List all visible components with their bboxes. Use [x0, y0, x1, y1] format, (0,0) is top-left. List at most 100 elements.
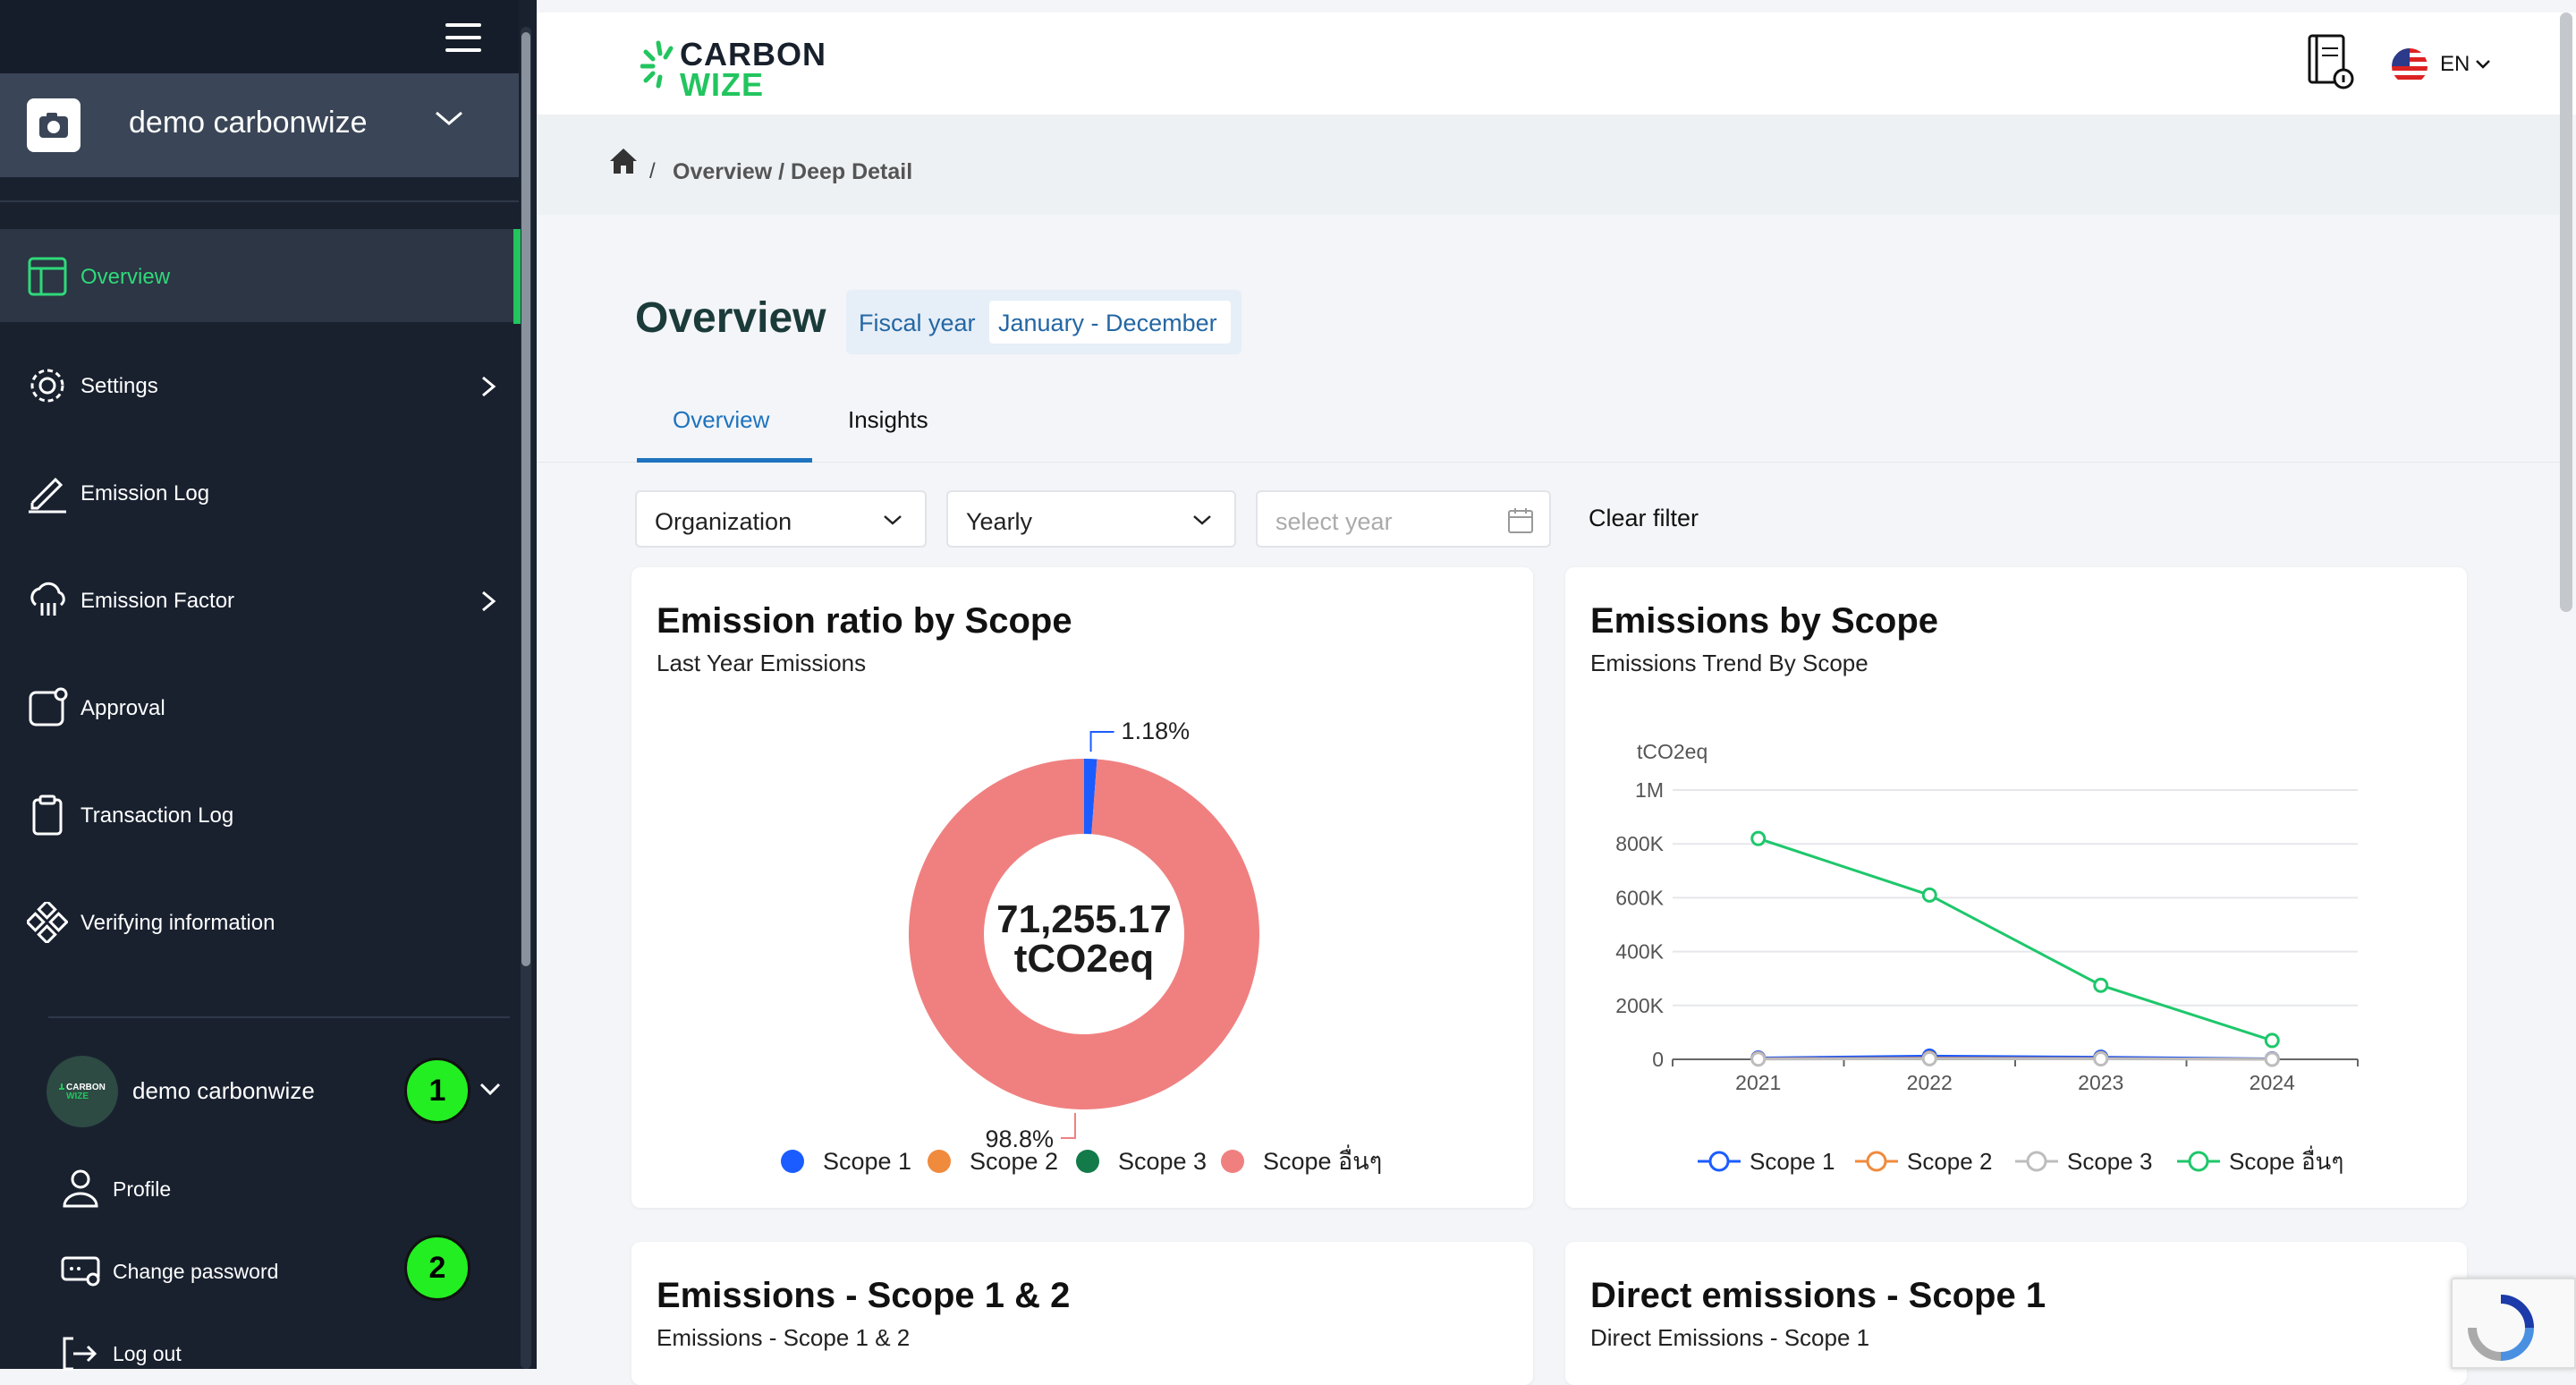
user-menu-logout[interactable]: Log out [59, 1326, 435, 1380]
legend-dot [928, 1150, 951, 1173]
sidebar-item-verifying-information[interactable]: Verifying information [0, 875, 519, 968]
chevron-down-icon[interactable] [433, 106, 465, 135]
legend-marker [2026, 1151, 2047, 1172]
sidebar-item-label: Emission Factor [80, 589, 235, 613]
clear-filter-button[interactable]: Clear filter [1589, 505, 1699, 532]
cloud-rain-icon [27, 580, 68, 621]
emission-ratio-card: Emission ratio by Scope Last Year Emissi… [631, 567, 1533, 1208]
chevron-right-icon [479, 589, 497, 618]
series-point [2264, 1032, 2280, 1049]
language-label: EN [2440, 52, 2470, 76]
step-badge-2: 2 [404, 1235, 470, 1301]
logout-icon [59, 1333, 102, 1372]
sidebar-topbar [0, 0, 519, 73]
breadcrumb-path[interactable]: Overview / Deep Detail [673, 159, 912, 185]
sidebar-item-approval[interactable]: Approval [0, 660, 519, 753]
svg-text:WIZE: WIZE [66, 1092, 89, 1101]
layout-icon [27, 256, 68, 297]
sidebar-item-settings[interactable]: Settings [0, 338, 519, 431]
y-tick-label: 1M [1635, 778, 1664, 802]
donut-label: 1.18% [1122, 718, 1191, 744]
scope12-card: Emissions - Scope 1 & 2 Emissions - Scop… [631, 1242, 1533, 1385]
period-select-value: Yearly [966, 508, 1033, 535]
avatar: CARBON WIZE [47, 1056, 118, 1127]
fiscal-year-label: Fiscal year [859, 310, 976, 336]
y-tick-label: 0 [1652, 1048, 1664, 1071]
series-point [1750, 830, 1767, 846]
donut-center-unit: tCO2eq [1014, 937, 1154, 981]
change-password-label: Change password [113, 1260, 279, 1283]
sidebar-item-label: Approval [80, 696, 165, 720]
series-point [2093, 977, 2109, 993]
sidebar-item-transaction-log[interactable]: Transaction Log [0, 768, 519, 861]
series-point [2093, 1051, 2109, 1067]
user-name: demo carbonwize [132, 1077, 315, 1104]
password-icon [59, 1251, 102, 1290]
user-menu-toggle[interactable]: CARBON WIZE demo carbonwize 1 [0, 1049, 519, 1134]
series-point [1921, 1050, 1937, 1066]
card-title: Direct emissions - Scope 1 [1590, 1276, 2046, 1315]
chevron-down-icon [882, 512, 903, 532]
hamburger-menu-icon[interactable] [445, 23, 485, 54]
recaptcha-icon [2465, 1292, 2537, 1368]
x-tick-label: 2021 [1735, 1071, 1781, 1094]
legend-label: Scope อื่นๆ [2229, 1145, 2343, 1175]
language-selector[interactable]: EN [2390, 36, 2497, 89]
sidebar-item-overview[interactable]: Overview [0, 229, 519, 322]
chevron-down-icon[interactable] [478, 1079, 503, 1103]
manual-book-icon[interactable] [2304, 30, 2356, 91]
x-tick-label: 2022 [1907, 1071, 1953, 1094]
sidebar-scroll-thumb[interactable] [521, 32, 530, 966]
series-line [1758, 837, 2273, 1042]
step-badge-1: 1 [404, 1058, 470, 1124]
recaptcha-badge[interactable] [2451, 1278, 2576, 1369]
main-scroll-thumb[interactable] [2560, 13, 2572, 612]
sidebar-item-label: Settings [80, 374, 158, 398]
card-title: Emissions - Scope 1 & 2 [657, 1276, 1071, 1315]
organization-select[interactable]: Organization [635, 490, 927, 548]
logout-label: Log out [113, 1342, 182, 1365]
legend-dot [1221, 1150, 1244, 1173]
fiscal-year-range: January - December [989, 301, 1231, 344]
org-switcher[interactable]: demo carbonwize [0, 73, 519, 177]
donut-center-value: 71,255.17 [996, 897, 1172, 941]
legend-label: Scope อื่นๆ [1263, 1144, 1382, 1175]
user-menu-profile[interactable]: Profile [59, 1161, 435, 1215]
pencil-icon [27, 472, 68, 514]
breadcrumb-separator: / [649, 159, 656, 183]
approval-icon [27, 687, 68, 728]
sidebar-item-label: Overview [80, 265, 171, 289]
series-point [2264, 1051, 2280, 1067]
legend-marker [2188, 1151, 2209, 1172]
breadcrumb: / Overview / Deep Detail [537, 115, 2560, 215]
year-picker-input[interactable]: select year [1256, 490, 1551, 548]
sidebar-divider [0, 200, 519, 202]
logo-burst-icon [640, 40, 674, 89]
calendar-icon[interactable] [1506, 506, 1535, 535]
user-menu-change-password[interactable]: Change password [59, 1244, 435, 1297]
legend-marker [1708, 1151, 1730, 1172]
period-select[interactable]: Yearly [946, 490, 1236, 548]
x-tick-label: 2023 [2078, 1071, 2123, 1094]
legend-dot [1076, 1150, 1099, 1173]
tab-insights[interactable]: Insights [848, 406, 928, 434]
emissions-trend-card: Emissions by Scope Emissions Trend By Sc… [1565, 567, 2467, 1208]
card-subtitle: Emissions - Scope 1 & 2 [657, 1324, 911, 1351]
y-axis-label: tCO2eq [1637, 740, 1707, 763]
legend-label: Scope 3 [2067, 1148, 2152, 1175]
home-icon[interactable] [608, 147, 639, 175]
profile-label: Profile [113, 1177, 172, 1201]
series-point [1921, 887, 1937, 903]
page-title: Overview [635, 294, 826, 342]
tab-active-indicator [637, 458, 812, 463]
organization-select-value: Organization [655, 508, 792, 535]
chevron-down-icon [2474, 57, 2492, 76]
legend-label: Scope 2 [1907, 1148, 1992, 1175]
tab-overview[interactable]: Overview [673, 406, 769, 434]
logo[interactable]: CARBON WIZE [640, 29, 837, 103]
sidebar-item-label: Verifying information [80, 911, 275, 935]
sidebar-item-emission-factor[interactable]: Emission Factor [0, 553, 519, 646]
series-line [1758, 1057, 2273, 1061]
tab-divider [537, 462, 2560, 463]
sidebar-item-emission-log[interactable]: Emission Log [0, 446, 519, 539]
